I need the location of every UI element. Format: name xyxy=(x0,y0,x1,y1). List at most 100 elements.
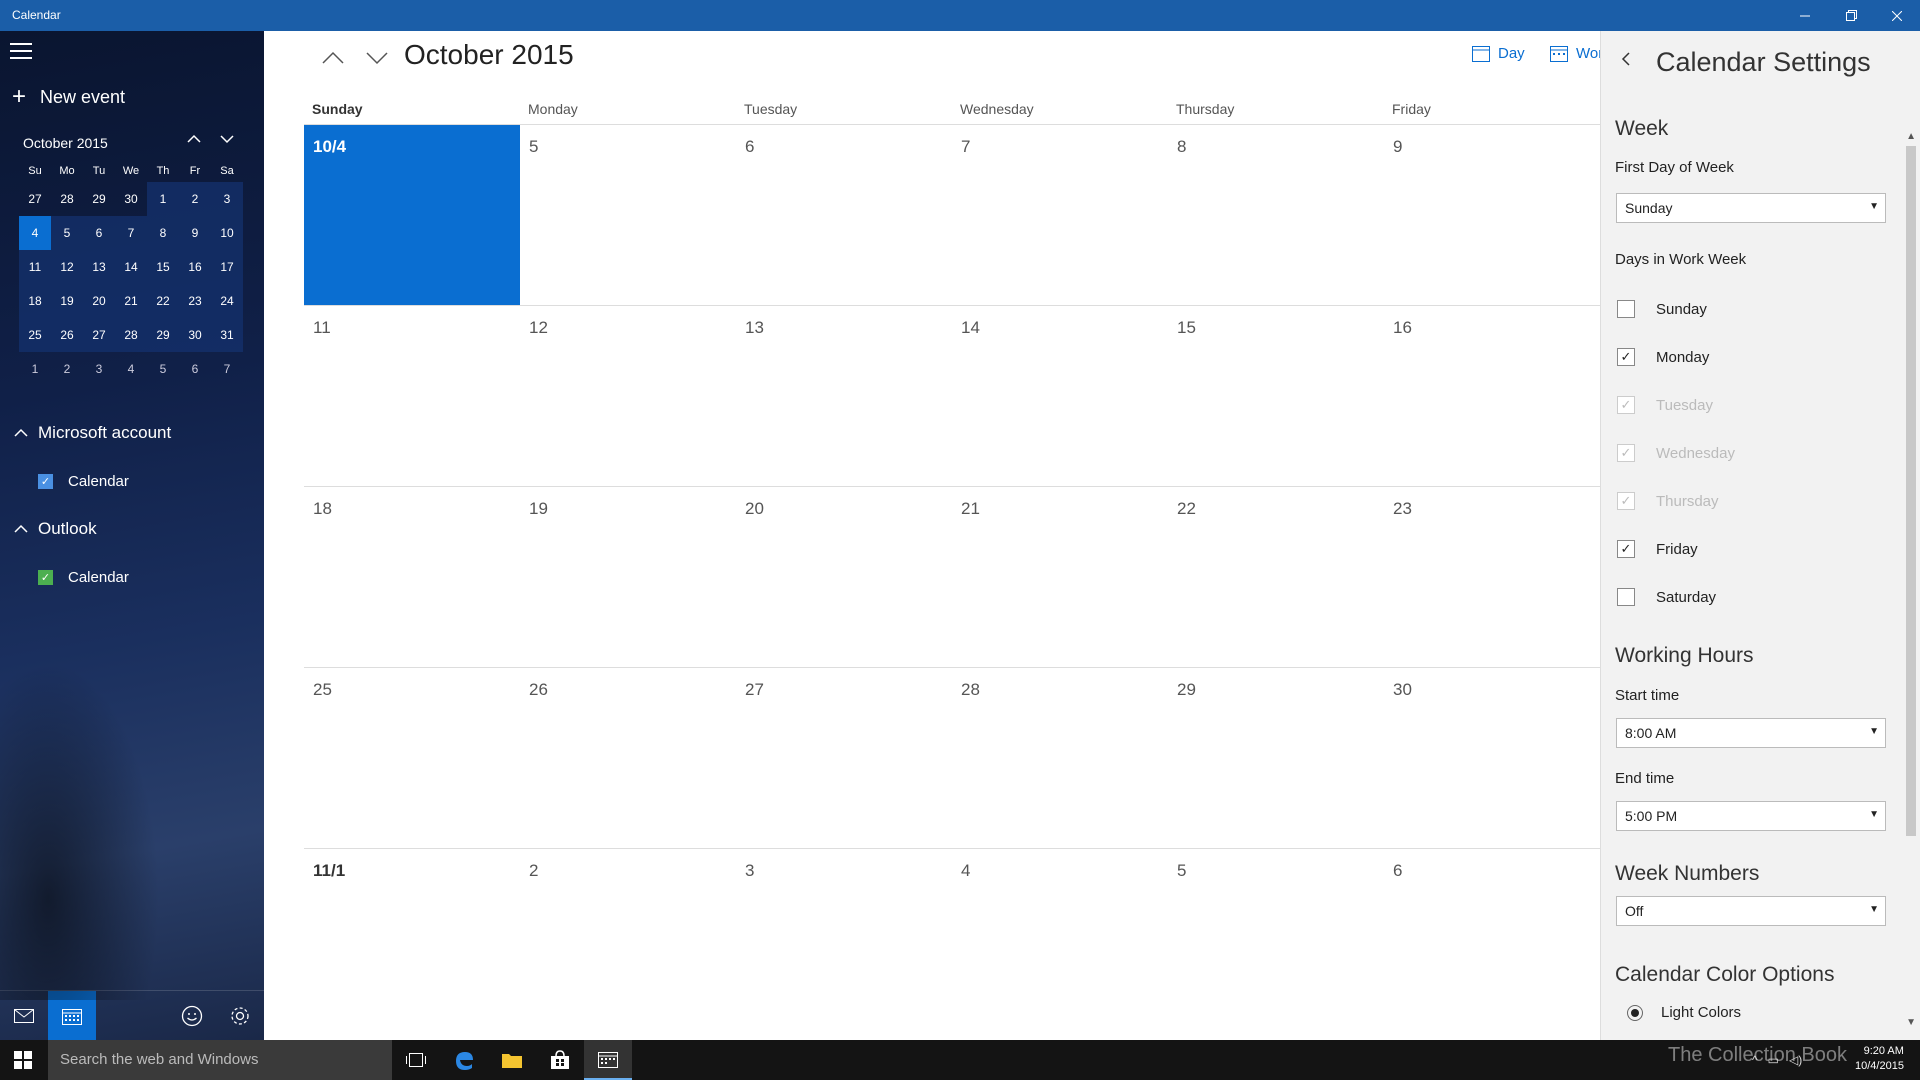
feedback-button[interactable] xyxy=(168,991,216,1040)
close-button[interactable] xyxy=(1874,0,1920,31)
settings-scrollbar[interactable] xyxy=(1906,146,1916,836)
mini-day[interactable]: 24 xyxy=(211,284,243,318)
restore-button[interactable] xyxy=(1828,0,1874,31)
day-cell[interactable]: 3 xyxy=(736,849,952,1030)
day-cell[interactable]: 11/1 xyxy=(304,849,520,1030)
day-cell[interactable]: 5 xyxy=(520,125,736,305)
mini-day[interactable]: 7 xyxy=(211,352,243,386)
day-cell[interactable]: 26 xyxy=(520,668,736,848)
mini-day[interactable]: 18 xyxy=(19,284,51,318)
mini-day[interactable]: 15 xyxy=(147,250,179,284)
mini-calendar-next-button[interactable] xyxy=(217,131,237,151)
mini-day[interactable]: 12 xyxy=(51,250,83,284)
mini-day[interactable]: 26 xyxy=(51,318,83,352)
day-cell[interactable]: 15 xyxy=(1168,306,1384,486)
mini-day[interactable]: 1 xyxy=(147,182,179,216)
mini-day[interactable]: 20 xyxy=(83,284,115,318)
new-event-button[interactable]: + New event xyxy=(12,83,125,111)
day-cell[interactable]: 5 xyxy=(1168,849,1384,1030)
mini-day[interactable]: 30 xyxy=(179,318,211,352)
work-week-view-button[interactable]: Wor xyxy=(1550,45,1600,62)
mini-day[interactable]: 6 xyxy=(179,352,211,386)
back-button[interactable] xyxy=(1621,51,1631,72)
mini-day[interactable]: 5 xyxy=(51,216,83,250)
workday-monday[interactable]: ✓ Monday xyxy=(1617,348,1709,366)
settings-button[interactable] xyxy=(216,991,264,1040)
checkbox-checked-icon[interactable]: ✓ xyxy=(38,474,53,489)
day-cell[interactable]: 21 xyxy=(952,487,1168,667)
day-cell[interactable]: 13 xyxy=(736,306,952,486)
mail-button[interactable] xyxy=(0,991,48,1040)
mini-day[interactable]: 3 xyxy=(83,352,115,386)
task-view-button[interactable] xyxy=(392,1040,440,1080)
mini-day[interactable]: 2 xyxy=(179,182,211,216)
day-cell[interactable]: 7 xyxy=(952,125,1168,305)
mini-day[interactable]: 6 xyxy=(83,216,115,250)
checkbox-unchecked-icon[interactable] xyxy=(1617,300,1635,318)
first-day-dropdown[interactable]: Sunday ▼ xyxy=(1616,193,1886,223)
start-button[interactable] xyxy=(0,1040,46,1080)
mini-day[interactable]: 25 xyxy=(19,318,51,352)
scroll-up-arrow-icon[interactable]: ▲ xyxy=(1906,131,1916,142)
volume-icon[interactable]: ◁) xyxy=(1789,1053,1802,1067)
day-cell[interactable]: 18 xyxy=(304,487,520,667)
day-cell[interactable]: 12 xyxy=(520,306,736,486)
taskbar-search-box[interactable]: Search the web and Windows xyxy=(48,1040,392,1080)
mini-day[interactable]: 21 xyxy=(115,284,147,318)
mini-calendar-previous-button[interactable] xyxy=(184,131,204,151)
workday-saturday[interactable]: Saturday xyxy=(1617,588,1716,606)
mini-calendar-title[interactable]: October 2015 xyxy=(23,135,108,151)
light-colors-option[interactable]: Light Colors xyxy=(1627,1004,1741,1021)
start-time-dropdown[interactable]: 8:00 AM ▼ xyxy=(1616,718,1886,748)
mini-day[interactable]: 27 xyxy=(83,318,115,352)
month-title[interactable]: October 2015 xyxy=(404,39,574,71)
mini-day[interactable]: 23 xyxy=(179,284,211,318)
day-cell[interactable]: 25 xyxy=(304,668,520,848)
day-cell[interactable]: 29 xyxy=(1168,668,1384,848)
mini-day[interactable]: 2 xyxy=(51,352,83,386)
mini-day[interactable]: 1 xyxy=(19,352,51,386)
next-month-button[interactable] xyxy=(362,43,392,73)
mini-day[interactable]: 29 xyxy=(147,318,179,352)
day-cell[interactable]: 11 xyxy=(304,306,520,486)
day-cell[interactable]: 22 xyxy=(1168,487,1384,667)
checkbox-checked-icon[interactable]: ✓ xyxy=(1617,540,1635,558)
day-cell[interactable]: 28 xyxy=(952,668,1168,848)
mini-day[interactable]: 27 xyxy=(19,182,51,216)
day-cell[interactable]: 23 xyxy=(1384,487,1600,667)
radio-selected-icon[interactable] xyxy=(1627,1004,1643,1021)
day-cell[interactable]: 16 xyxy=(1384,306,1600,486)
hamburger-menu-icon[interactable] xyxy=(10,43,32,61)
day-cell[interactable]: 30 xyxy=(1384,668,1600,848)
store-button[interactable] xyxy=(536,1040,584,1080)
day-cell[interactable]: 8 xyxy=(1168,125,1384,305)
mini-day[interactable]: 17 xyxy=(211,250,243,284)
mini-day[interactable]: 31 xyxy=(211,318,243,352)
day-cell[interactable]: 20 xyxy=(736,487,952,667)
mini-day[interactable]: 5 xyxy=(147,352,179,386)
day-cell[interactable]: 14 xyxy=(952,306,1168,486)
mini-day[interactable]: 29 xyxy=(83,182,115,216)
day-cell[interactable]: 4 xyxy=(952,849,1168,1030)
taskbar-clock[interactable]: 9:20 AM 10/4/2015 xyxy=(1855,1044,1904,1074)
day-cell[interactable]: 2 xyxy=(520,849,736,1030)
file-explorer-button[interactable] xyxy=(488,1040,536,1080)
workday-sunday[interactable]: Sunday xyxy=(1617,300,1707,318)
calendar-item-microsoft[interactable]: ✓ Calendar xyxy=(38,473,129,490)
mini-day[interactable]: 14 xyxy=(115,250,147,284)
end-time-dropdown[interactable]: 5:00 PM ▼ xyxy=(1616,801,1886,831)
day-cell[interactable]: 6 xyxy=(1384,849,1600,1030)
checkbox-checked-icon[interactable]: ✓ xyxy=(1617,348,1635,366)
mini-day[interactable]: 3 xyxy=(211,182,243,216)
account-outlook[interactable]: Outlook xyxy=(14,519,97,539)
edge-browser-button[interactable] xyxy=(440,1040,488,1080)
minimize-button[interactable] xyxy=(1782,0,1828,31)
chevron-up-icon[interactable]: ^ xyxy=(1752,1053,1758,1067)
calendar-taskbar-button[interactable] xyxy=(584,1040,632,1080)
mini-day[interactable]: 10 xyxy=(211,216,243,250)
calendar-button[interactable] xyxy=(48,991,96,1040)
day-cell[interactable]: 27 xyxy=(736,668,952,848)
mini-day[interactable]: 4 xyxy=(115,352,147,386)
network-icon[interactable]: ▭ xyxy=(1768,1053,1779,1067)
day-view-button[interactable]: Day xyxy=(1472,45,1525,62)
